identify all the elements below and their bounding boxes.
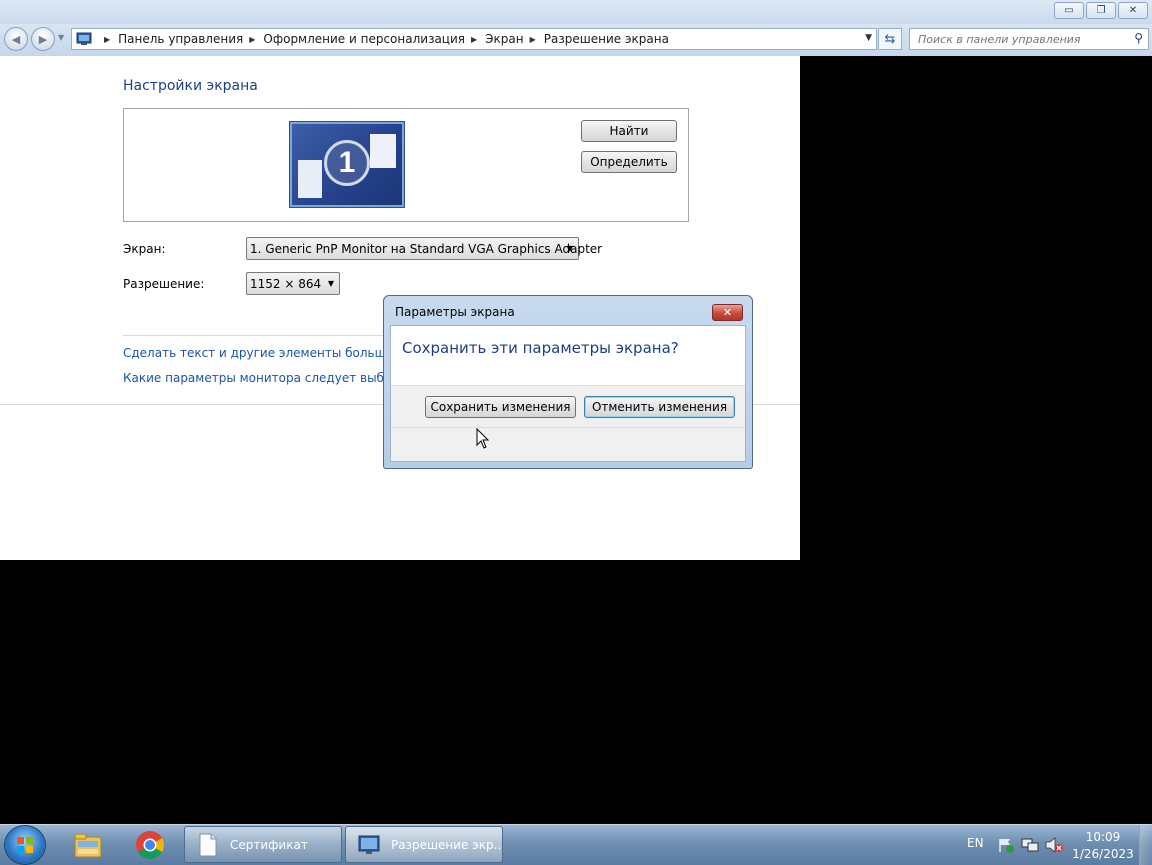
language-indicator[interactable]: EN (967, 836, 984, 850)
taskbar-item-label: Сертификат (230, 837, 308, 852)
forward-arrow-icon: ▶ (38, 32, 48, 46)
mouse-cursor-icon (476, 428, 490, 449)
search-input[interactable] (916, 31, 1130, 47)
monitor-preview-panel: 1 Найти Определить (123, 108, 689, 222)
display-label: Экран: (123, 242, 166, 256)
start-button[interactable] (5, 826, 45, 864)
control-panel-window: ▭ ❐ ✕ ◀ ▶ ▼ ▶ Панель управления ▶ Оформл… (0, 0, 1152, 560)
resolution-label: Разрешение: (123, 277, 205, 291)
title-bar[interactable]: ▭ ❐ ✕ (0, 0, 1152, 24)
minimize-icon: ▭ (1064, 5, 1074, 16)
document-icon (199, 833, 217, 856)
close-button[interactable]: ✕ (1118, 2, 1148, 19)
network-icon[interactable] (1021, 837, 1039, 853)
monitor-settings-help-link[interactable]: Какие параметры монитора следует выбрать… (123, 371, 419, 385)
dropdown-arrow-icon: ▼ (327, 279, 334, 288)
display-settings-icon (358, 835, 380, 854)
window-thumbnail (298, 160, 322, 198)
control-panel-icon (76, 32, 92, 45)
dialog-message-area: Сохранить эти параметры экрана? (391, 326, 745, 386)
divider (391, 427, 745, 428)
file-explorer-icon[interactable] (72, 829, 104, 861)
refresh-button[interactable]: ⇆ (878, 28, 902, 50)
back-button[interactable]: ◀ (4, 27, 28, 51)
breadcrumb-separator-icon: ▶ (104, 34, 111, 44)
save-changes-button[interactable]: Сохранить изменения (425, 396, 576, 418)
restore-button[interactable]: ❐ (1086, 2, 1116, 19)
dialog-question: Сохранить эти параметры экрана? (402, 339, 679, 357)
window-thumbnail (370, 134, 396, 168)
breadcrumb-display[interactable]: Экран (485, 32, 523, 46)
dropdown-arrow-icon: ▼ (566, 244, 573, 253)
address-bar[interactable]: ▶ Панель управления ▶ Оформление и персо… (71, 28, 877, 50)
restore-icon: ❐ (1096, 5, 1106, 16)
dialog-title: Параметры экрана (395, 305, 515, 319)
recent-pages-chevron-icon[interactable]: ▼ (58, 33, 64, 42)
chrome-icon[interactable] (134, 829, 166, 861)
search-icon[interactable]: ⚲ (1134, 31, 1143, 45)
clock-date[interactable]: 1/26/2023 (1071, 847, 1135, 861)
taskbar: Сертификат Разрешение экр... EN 10:09 1/… (0, 824, 1152, 865)
close-icon: ✕ (722, 306, 733, 319)
windows-logo-icon (17, 837, 33, 853)
back-arrow-icon: ◀ (11, 32, 21, 46)
breadcrumb-appearance[interactable]: Оформление и персонализация (263, 32, 465, 46)
clock-time[interactable]: 10:09 (1071, 830, 1135, 844)
breadcrumb-screen-resolution[interactable]: Разрешение экрана (544, 32, 669, 46)
volume-muted-icon[interactable] (1045, 837, 1063, 853)
taskbar-item-certificate[interactable]: Сертификат (184, 826, 342, 863)
display-select-value: 1. Generic PnP Monitor на Standard VGA G… (250, 241, 603, 256)
minimize-button[interactable]: ▭ (1054, 2, 1084, 19)
display-select[interactable]: 1. Generic PnP Monitor на Standard VGA G… (246, 237, 602, 260)
breadcrumb-separator-icon[interactable]: ▶ (530, 35, 536, 44)
show-desktop-button[interactable] (1139, 825, 1152, 865)
identify-button[interactable]: Определить (581, 151, 677, 173)
address-dropdown-icon[interactable]: ▼ (865, 33, 872, 43)
navigation-bar: ◀ ▶ ▼ ▶ Панель управления ▶ Оформление и… (0, 24, 1152, 56)
dialog-close-button[interactable]: ✕ (712, 304, 743, 321)
resolution-select-value: 1152 × 864 (250, 276, 322, 291)
breadcrumb-control-panel[interactable]: Панель управления (118, 32, 243, 46)
monitor-number-badge: 1 (324, 140, 370, 186)
breadcrumb-separator-icon[interactable]: ▶ (471, 35, 477, 44)
monitor-icon[interactable]: 1 (290, 122, 404, 207)
resolution-select[interactable]: 1152 × 864 ▼ (246, 272, 340, 295)
page-title: Настройки экрана (123, 78, 258, 94)
refresh-icon: ⇆ (884, 31, 896, 47)
forward-button[interactable]: ▶ (31, 27, 55, 51)
search-box[interactable]: ⚲ (909, 28, 1149, 50)
revert-changes-button[interactable]: Отменить изменения (584, 396, 735, 418)
taskbar-item-label: Разрешение экр... (391, 837, 503, 852)
breadcrumb-separator-icon[interactable]: ▶ (249, 35, 255, 44)
find-button[interactable]: Найти (581, 120, 677, 142)
taskbar-item-screen-resolution[interactable]: Разрешение экр... (345, 826, 503, 863)
close-icon: ✕ (1128, 5, 1138, 16)
action-center-flag-icon[interactable] (997, 837, 1015, 853)
dialog-body: Сохранить эти параметры экрана? Сохранит… (390, 325, 746, 462)
display-settings-dialog: Параметры экрана ✕ Сохранить эти парамет… (383, 295, 753, 469)
